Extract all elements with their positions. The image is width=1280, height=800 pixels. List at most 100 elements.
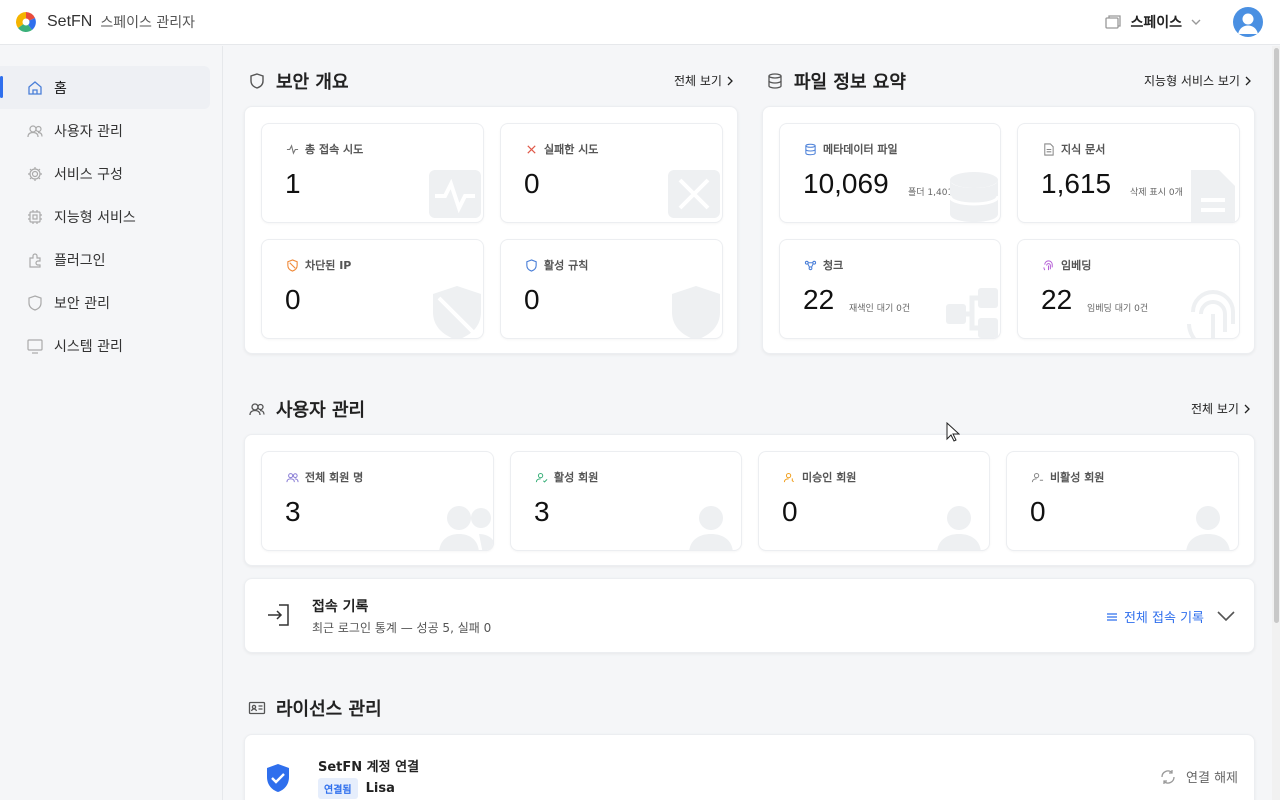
stat-card: 임베딩 22 임베딩 대기 0건 — [1017, 239, 1240, 339]
chunk-ghost-icon — [946, 288, 998, 338]
x-icon — [527, 144, 536, 154]
chevron-down-icon[interactable] — [1216, 609, 1236, 623]
sidebar-item-label: 보안 관리 — [54, 295, 110, 312]
license-title-text: 라이선스 관리 — [276, 699, 382, 720]
user-off-icon — [1031, 472, 1044, 482]
list-icon — [1106, 612, 1117, 621]
sidebar-item-label: 플러그인 — [54, 252, 106, 269]
top-header: SetFN 스페이스 관리자 스페이스 — [0, 0, 1280, 45]
sidebar-item-label: 서비스 구성 — [54, 166, 123, 183]
sidebar-item-system[interactable]: 시스템 관리 — [0, 324, 222, 367]
windows-icon — [1105, 15, 1122, 29]
chunk-icon — [804, 260, 817, 270]
sidebar-item-security[interactable]: 보안 관리 — [0, 281, 222, 324]
plugin-icon — [29, 252, 41, 268]
activity-ghost-icon — [429, 170, 481, 218]
users-icon — [27, 124, 43, 137]
stat-value: 3 — [534, 496, 550, 527]
license-account-title: SetFN 계정 연결 — [318, 760, 420, 775]
sidebar-item-label: 시스템 관리 — [54, 338, 123, 355]
stat-label-text: 전체 회원 명 — [305, 471, 364, 484]
sidebar-item-intelligent[interactable]: 지능형 서비스 — [0, 195, 222, 238]
user-pending-icon — [783, 472, 794, 482]
access-log-panel[interactable]: 접속 기록 최근 로그인 통계 — 성공 5, 실패 0 전체 접속 기록 — [244, 578, 1255, 653]
users-icon — [249, 403, 265, 416]
security-title-text: 보안 개요 — [276, 72, 349, 93]
sidebar-item-home[interactable]: 홈 — [0, 66, 210, 109]
stat-label-text: 총 접속 시도 — [305, 143, 364, 156]
stat-sub: 삭제 표시 0개 — [1130, 188, 1183, 198]
sidebar-item-label: 지능형 서비스 — [54, 209, 136, 226]
users-ghost-icon — [439, 506, 493, 550]
stat-label: 청크 — [804, 257, 843, 273]
stat-value: 1 — [285, 168, 301, 199]
main-scrollbar[interactable] — [1272, 46, 1280, 800]
disconnect-button[interactable]: 연결 해제 — [1160, 767, 1238, 786]
sidebar-item-users[interactable]: 사용자 관리 — [0, 109, 222, 152]
stat-value: 0 — [524, 284, 540, 315]
security-section-title: 보안 개요 — [248, 68, 349, 94]
stat-card: 총 접속 시도 1 — [261, 123, 484, 223]
document-icon — [1044, 142, 1054, 156]
user-avatar[interactable] — [1233, 7, 1263, 37]
stat-value: 22 — [1041, 284, 1073, 315]
stat-card: 실패한 시도 0 — [500, 123, 723, 223]
monitor-icon — [27, 338, 43, 354]
stat-label-text: 메타데이터 파일 — [823, 143, 898, 156]
license-status-row: 연결됨 Lisa — [318, 778, 395, 799]
home-icon — [28, 80, 42, 95]
stat-value: 1,615 — [1041, 168, 1112, 199]
user-check-ghost-icon — [689, 506, 733, 550]
avatar-user-icon — [1238, 13, 1258, 34]
shield-check-icon — [267, 764, 289, 792]
database-icon — [805, 143, 816, 155]
sidebar-item-plugins[interactable]: 플러그인 — [0, 238, 222, 281]
stat-label-text: 청크 — [823, 259, 844, 272]
security-link-text: 전체 보기 — [674, 74, 722, 88]
stat-card: 활성 규칙 0 — [500, 239, 723, 339]
files-view-all-link[interactable]: 지능형 서비스 보기 — [1144, 72, 1252, 89]
license-panel: SetFN 계정 연결 연결됨 Lisa 연결 해제 — [244, 734, 1255, 800]
stat-label: 지식 문서 — [1042, 141, 1105, 157]
fingerprint-icon — [1043, 259, 1053, 270]
users-title-text: 사용자 관리 — [276, 400, 366, 421]
stat-card: 지식 문서 1,615 삭제 표시 0개 — [1017, 123, 1240, 223]
stat-value: 0 — [782, 496, 798, 527]
users-icon — [286, 472, 299, 482]
shield-icon — [250, 73, 264, 89]
shield-icon — [28, 294, 42, 311]
scrollbar-thumb[interactable] — [1274, 48, 1279, 623]
app-logo[interactable]: SetFN 스페이스 관리자 — [15, 11, 195, 33]
stat-card: 활성 회원 3 — [510, 451, 742, 551]
sidebar-nav: 홈 사용자 관리 서비스 구성 지능형 서비스 플러그인 보안 관리 시스템 관… — [0, 46, 222, 367]
users-view-all-link[interactable]: 전체 보기 — [1191, 400, 1251, 417]
stat-sub: 임베딩 대기 0건 — [1087, 304, 1149, 314]
stat-label-text: 실패한 시도 — [544, 143, 599, 156]
stat-card: 미승인 회원 0 — [758, 451, 990, 551]
stat-value: 22 — [803, 284, 835, 315]
stat-card: 비활성 회원 0 — [1006, 451, 1239, 551]
access-log-link[interactable]: 전체 접속 기록 — [1106, 607, 1204, 626]
sidebar-item-services[interactable]: 서비스 구성 — [0, 152, 222, 195]
space-switcher[interactable]: 스페이스 — [1104, 12, 1202, 32]
stat-label: 비활성 회원 — [1031, 469, 1104, 485]
license-section-title: 라이선스 관리 — [248, 695, 382, 721]
sidebar-item-label: 홈 — [54, 80, 67, 97]
users-link-text: 전체 보기 — [1191, 402, 1239, 416]
mouse-cursor-icon — [946, 422, 960, 442]
login-icon — [268, 604, 289, 626]
stat-label: 전체 회원 명 — [286, 469, 363, 485]
user-off-ghost-icon — [1186, 506, 1230, 550]
disconnect-label: 연결 해제 — [1186, 771, 1238, 786]
security-view-all-link[interactable]: 전체 보기 — [674, 72, 734, 89]
stat-label: 임베딩 — [1042, 257, 1091, 273]
activity-icon — [286, 143, 299, 155]
database-ghost-icon — [948, 172, 1000, 222]
chevron-right-icon — [1244, 404, 1250, 413]
app-subtitle: 스페이스 관리자 — [100, 15, 195, 31]
access-log-title: 접속 기록 — [312, 599, 369, 615]
stat-label-text: 미승인 회원 — [802, 471, 857, 484]
security-panel: 총 접속 시도 1 실패한 시도 0 차단된 IP 0 활성 규칙 0 — [244, 106, 738, 354]
stat-label: 총 접속 시도 — [286, 141, 363, 157]
connected-badge: 연결됨 — [318, 778, 358, 799]
